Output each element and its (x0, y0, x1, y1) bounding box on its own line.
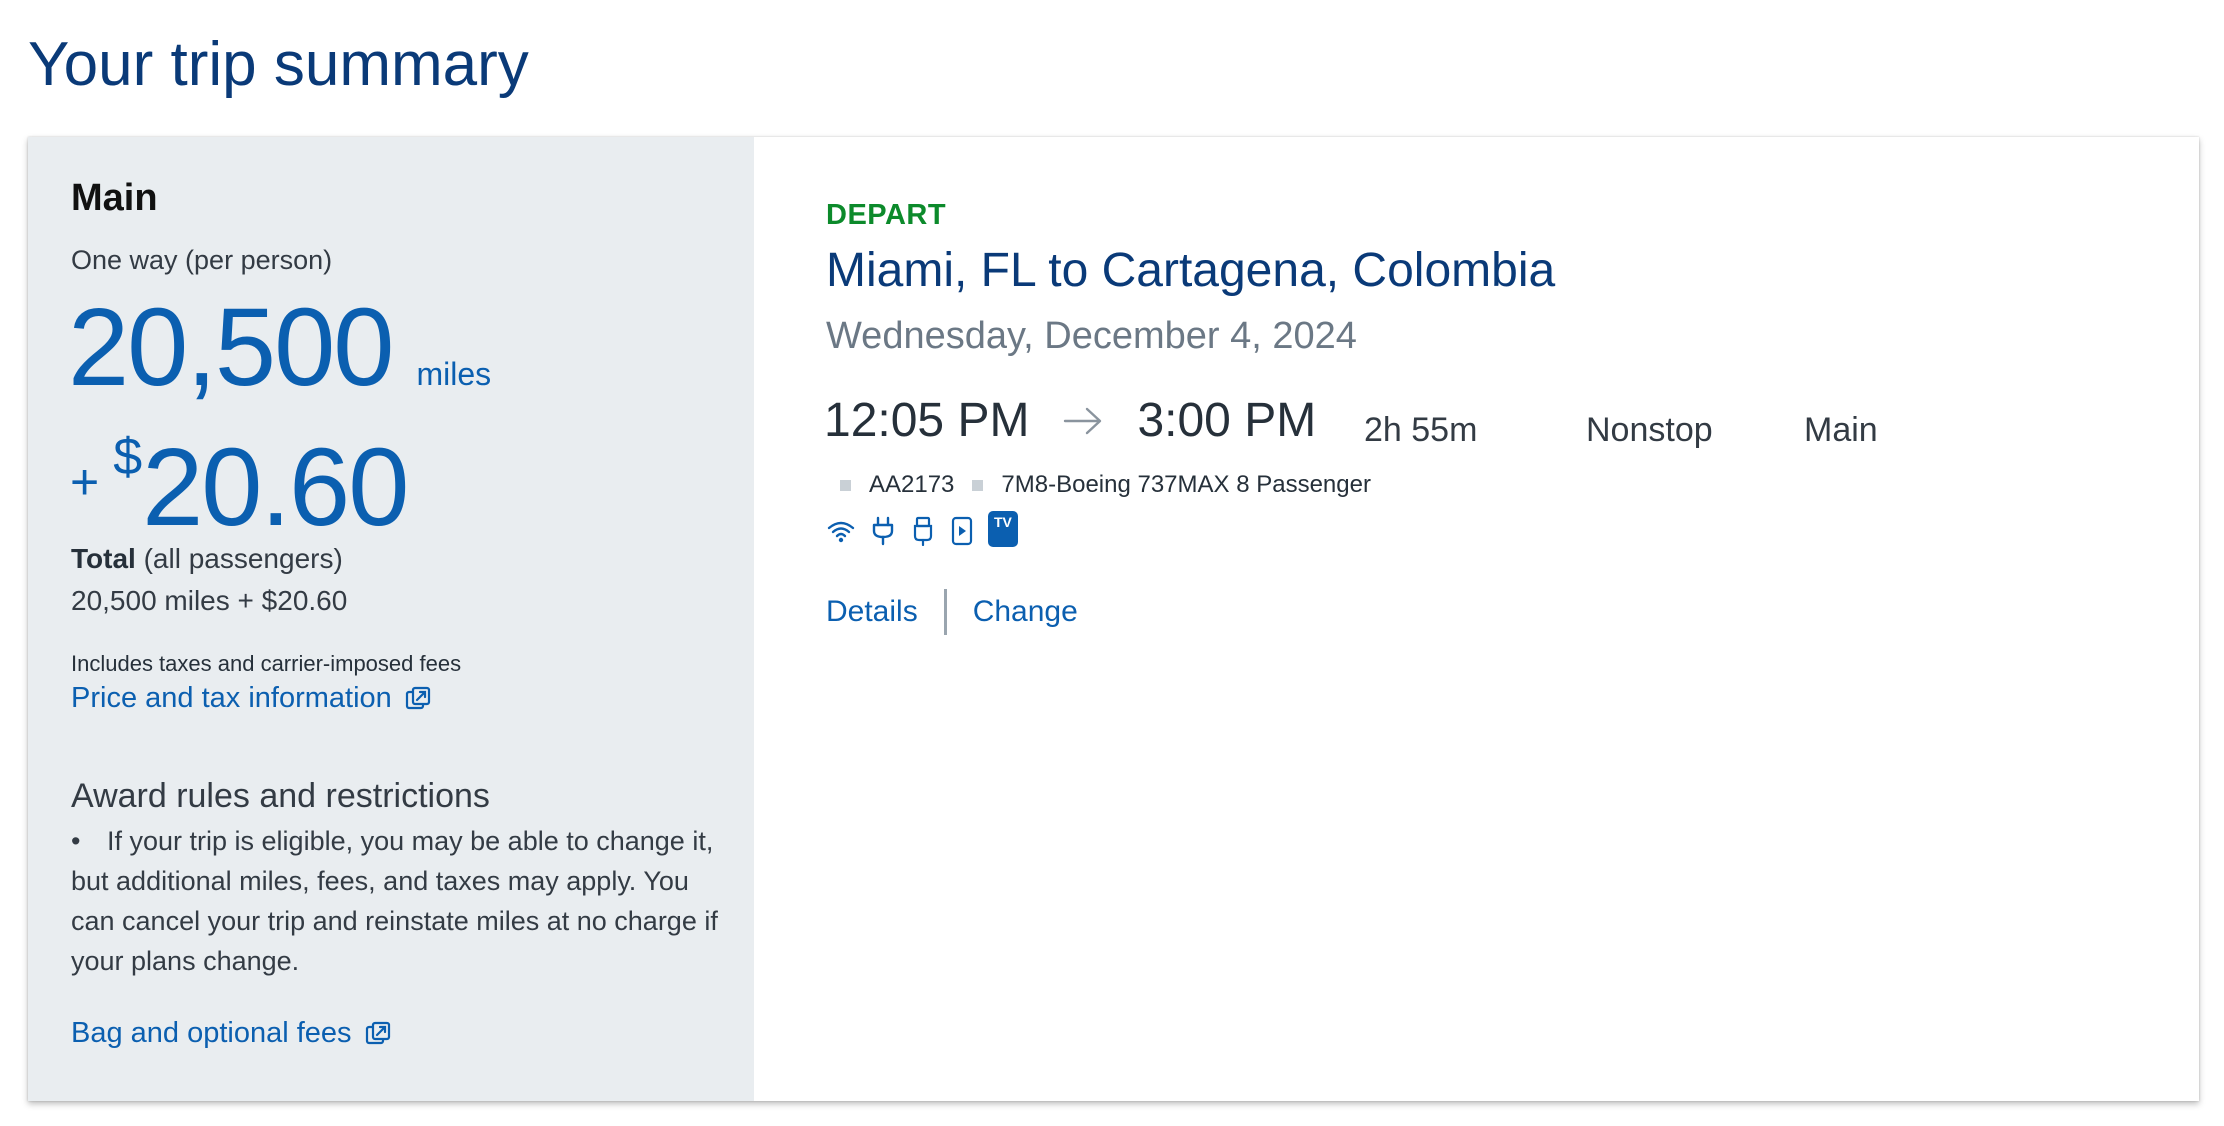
flight-date: Wednesday, December 4, 2024 (826, 315, 1357, 357)
flight-number: AA2173 (869, 471, 955, 498)
fare-cabin-title: Main (71, 177, 158, 219)
award-rule-text: If your trip is eligible, you may be abl… (71, 826, 718, 976)
flight-stops: Nonstop (1586, 411, 1713, 449)
arrive-time: 3:00 PM (1137, 394, 1317, 447)
power-outlet-icon (872, 516, 894, 546)
list-item: • If your trip is eligible, you may be ab… (71, 821, 721, 981)
bullet-square (840, 479, 851, 491)
flight-times: 12:05 PM 3:00 PM (824, 393, 1316, 448)
includes-taxes-note: Includes taxes and carrier-imposed fees (71, 651, 462, 676)
total-qualifier: (all passengers) (143, 543, 343, 574)
arrow-right-icon (1064, 407, 1102, 434)
wifi-icon (827, 521, 855, 543)
total-label: Total (71, 543, 136, 574)
flight-duration: 2h 55m (1364, 411, 1478, 449)
bag-and-optional-fees-link[interactable]: Bag and optional fees (71, 1017, 392, 1050)
fare-summary-panel: Main One way (per person) 20,500 miles +… (28, 137, 754, 1101)
amenities-row: TV (826, 511, 1032, 547)
cash-currency-symbol: $ (113, 428, 143, 486)
cash-price: + $ 20.60 (70, 423, 409, 553)
bullet-square (972, 479, 984, 491)
cash-plus-sign: + (70, 454, 100, 510)
depart-time: 12:05 PM (824, 394, 1030, 447)
price-and-tax-link[interactable]: Price and tax information (71, 682, 432, 715)
flight-cabin: Main (1804, 411, 1878, 449)
miles-price: 20,500 miles (68, 283, 491, 413)
trip-summary-card: Main One way (per person) 20,500 miles +… (28, 137, 2199, 1101)
change-link[interactable]: Change (973, 595, 1078, 629)
page-title: Your trip summary (28, 30, 529, 99)
bullet: • (71, 826, 81, 856)
cash-value: 20.60 (142, 426, 409, 549)
flight-info-row: AA2173 7M8-Boeing 737MAX 8 Passenger (840, 471, 1371, 499)
award-rules-list: • If your trip is eligible, you may be ab… (71, 821, 721, 981)
external-link-icon (405, 686, 430, 709)
details-link[interactable]: Details (826, 595, 918, 629)
award-rules-title: Award rules and restrictions (71, 777, 490, 815)
external-link-icon (365, 1021, 390, 1044)
total-amount: 20,500 miles + $20.60 (71, 585, 348, 616)
tv-icon: TV (988, 511, 1018, 547)
aircraft-type: 7M8-Boeing 737MAX 8 Passenger (1001, 471, 1371, 498)
total-label-line: Total (all passengers) (71, 543, 343, 575)
streaming-device-icon (951, 516, 973, 546)
price-and-tax-link-label: Price and tax information (71, 682, 392, 714)
route-title: Miami, FL to Cartagena, Colombia (826, 244, 1556, 297)
trip-summary-page: Your trip summary Main One way (per pers… (0, 0, 2224, 1126)
bag-fees-link-label: Bag and optional fees (71, 1017, 352, 1049)
flight-actions: Details Change (826, 589, 1078, 635)
miles-value: 20,500 (68, 286, 394, 409)
divider (943, 589, 947, 635)
usb-icon (913, 516, 933, 546)
flight-details-panel: DEPART Miami, FL to Cartagena, Colombia … (754, 137, 2199, 1101)
miles-unit: miles (416, 356, 492, 392)
depart-label: DEPART (826, 199, 947, 231)
fare-type-label: One way (per person) (71, 245, 333, 275)
